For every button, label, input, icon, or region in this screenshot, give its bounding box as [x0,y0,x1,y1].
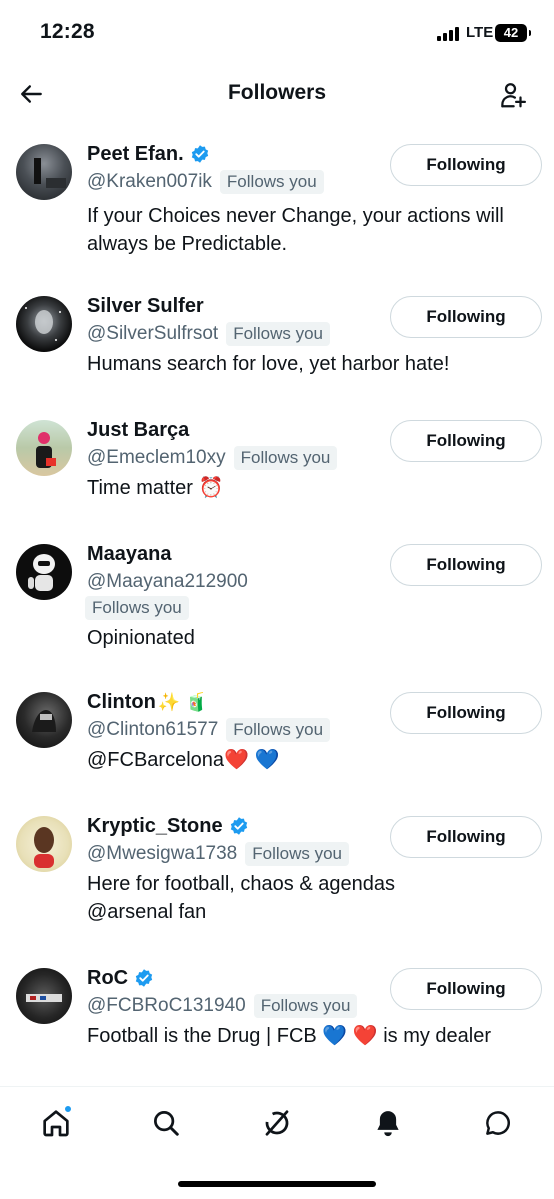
following-button[interactable]: Following [390,816,542,858]
follower-handle: @Emeclem10xy [87,447,226,468]
follower-handle: @Maayana212900 [87,571,248,592]
page-title: Followers [227,81,327,104]
nav-notifications[interactable] [368,1103,408,1143]
avatar[interactable] [16,420,72,476]
add-user-button[interactable] [494,76,532,114]
grok-icon [265,1110,289,1136]
bell-icon [377,1111,399,1137]
follower-handle: @SilverSulfrsot [87,323,219,344]
status-time: 12:28 [40,20,95,43]
notification-dot [64,1105,72,1113]
follower-bio: Football is the Drug | FCB 💙 ❤️ is my de… [87,1025,492,1047]
follows-you-badge: Follows you [226,718,331,742]
following-button[interactable]: Following [390,296,542,338]
nav-search[interactable] [146,1103,186,1143]
follower-name[interactable]: Kryptic_Stone [87,815,223,838]
verified-badge-icon [230,817,247,835]
follows-you-badge: Follows you [233,446,338,470]
follower-handle: @Mwesigwa1738 [87,843,238,864]
avatar[interactable] [16,692,72,748]
name-emoji: ✨ 🧃 [157,691,208,712]
avatar[interactable] [16,816,72,872]
follower-bio: Opinionated [87,627,195,649]
avatar[interactable] [16,968,72,1024]
follower-name[interactable]: RoC [87,967,128,990]
network-label: LTE [466,24,494,41]
person-plus-icon [501,83,526,108]
avatar[interactable] [16,296,72,352]
follower-name[interactable]: Peet Efan. [87,143,184,166]
follower-bio: Humans search for love, yet harbor hate! [87,353,450,375]
follower-bio: @FCBarcelona❤️ 💙 [87,749,280,771]
nav-home[interactable] [36,1103,76,1143]
list-item[interactable]: Maayana @Maayana212900 Follows you Opini… [0,540,554,660]
list-item[interactable]: RoC @FCBRoC131940 Follows you Football i… [0,964,554,1056]
following-button[interactable]: Following [390,420,542,462]
following-button[interactable]: Following [390,144,542,186]
follows-you-badge: Follows you [219,170,324,194]
follower-name[interactable]: Just Barça [87,419,189,442]
top-bar: Followers [0,66,554,124]
follower-handle: @Kraken007ik [87,171,212,192]
following-button[interactable]: Following [390,692,542,734]
follower-handle: @Clinton61577 [87,719,219,740]
search-icon [154,1111,179,1136]
list-item[interactable]: Just Barça @Emeclem10xy Follows you Time… [0,416,554,508]
follower-name[interactable]: Clinton [87,691,156,714]
home-indicator [178,1181,376,1187]
follows-you-badge: Follows you [245,842,350,866]
list-item[interactable]: Clinton ✨ 🧃 @Clinton61577 Follows you @F… [0,688,554,780]
list-item[interactable]: Kryptic_Stone @Mwesigwa1738 Follows you … [0,812,554,932]
list-item[interactable]: Silver Sulfer @SilverSulfrsot Follows yo… [0,292,554,384]
nav-messages[interactable] [478,1103,518,1143]
follower-name[interactable]: Maayana [87,543,172,566]
follows-you-badge: Follows you [253,994,358,1018]
avatar[interactable] [16,544,72,600]
follower-name[interactable]: Silver Sulfer [87,295,204,318]
list-item[interactable]: Peet Efan. @Kraken007ik Follows you If y… [0,140,554,260]
following-button[interactable]: Following [390,544,542,586]
follower-handle: @FCBRoC131940 [87,995,246,1016]
nav-grok[interactable] [257,1103,297,1143]
follower-bio: Time matter ⏰ [87,477,224,499]
following-button[interactable]: Following [390,968,542,1010]
follows-you-badge: Follows you [85,596,189,620]
status-bar: 12:28 LTE 42 [0,0,554,66]
verified-badge-icon [135,969,153,987]
battery-icon: 42 [495,24,531,42]
verified-badge-icon [191,145,208,163]
signal-icon [437,27,459,41]
follower-bio: Here for football, chaos & agendas @arse… [87,873,395,923]
avatar[interactable] [16,144,72,200]
follows-you-badge: Follows you [226,322,330,346]
follower-bio: If your Choices never Change, your actio… [87,205,504,255]
messages-icon [486,1111,510,1135]
